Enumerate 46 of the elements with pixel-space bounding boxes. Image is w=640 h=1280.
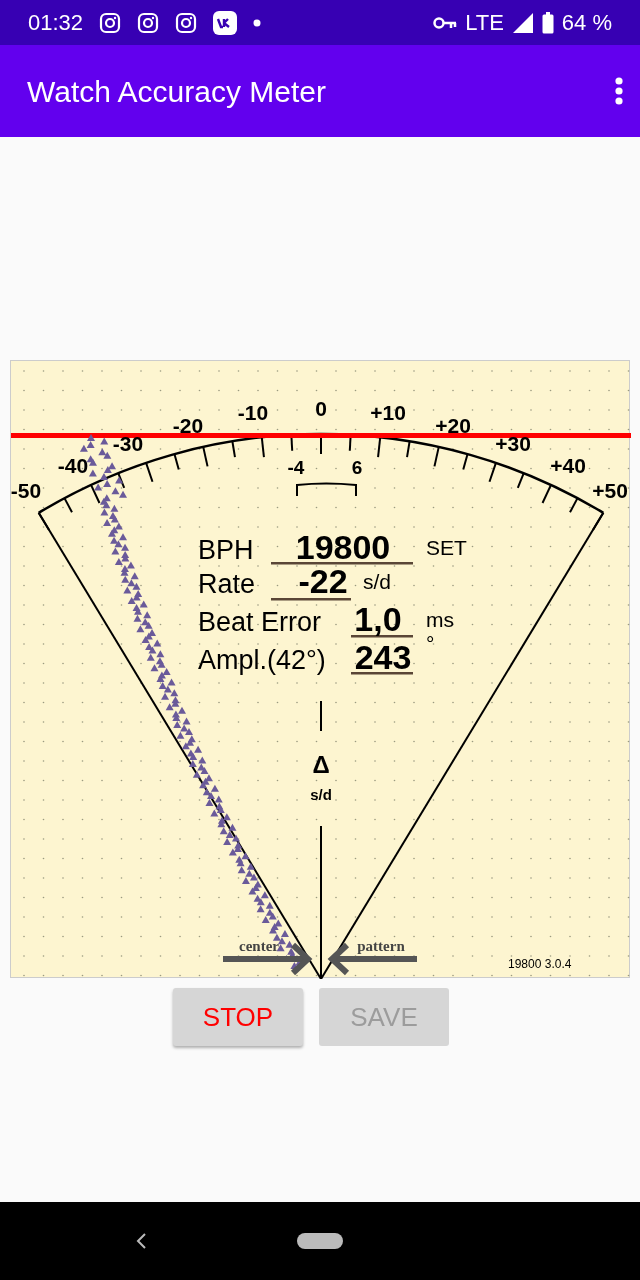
scale-label: -40	[57, 454, 89, 477]
network-type: LTE	[465, 9, 504, 37]
arrow-icon	[327, 942, 417, 976]
pattern-label: pattern	[357, 938, 405, 954]
delta-symbol: Δ	[312, 751, 330, 778]
stop-button[interactable]: STOP	[173, 988, 303, 1046]
back-icon[interactable]	[135, 1232, 147, 1250]
scale-label: 0	[315, 397, 327, 420]
app-title: Watch Accuracy Meter	[27, 73, 326, 110]
reading-value: 1,0	[354, 600, 402, 638]
scale-label: -10	[237, 401, 269, 424]
arrow-icon	[223, 942, 313, 976]
battery-icon	[541, 11, 554, 34]
more-menu-icon[interactable]	[614, 77, 624, 105]
unit-label: s/d	[363, 570, 391, 593]
scale-label: -50	[11, 479, 42, 502]
unit-label: °	[426, 632, 435, 655]
scale-label: -30	[112, 432, 144, 455]
key-icon	[433, 15, 458, 30]
scale-label: +50	[592, 479, 628, 502]
set-button[interactable]: SET	[426, 536, 467, 559]
scale-label: 6	[351, 457, 363, 478]
unit-label: ms	[426, 608, 454, 631]
version-label: 19800 3.0.4	[508, 957, 572, 971]
scale-label: +30	[495, 432, 531, 455]
camera-icon	[137, 11, 160, 34]
scale-label: +10	[370, 401, 406, 424]
reading-label: Rate	[198, 569, 256, 599]
dot-icon	[253, 18, 262, 27]
unit-label: s/d	[310, 786, 332, 803]
battery-level: 64 %	[561, 9, 612, 37]
scale-label: -20	[172, 414, 204, 437]
signal-icon	[511, 11, 534, 34]
camera-icon	[99, 11, 122, 34]
reading-label: BPH	[198, 535, 254, 565]
reading-label: Ampl.(42°)	[198, 645, 326, 675]
reading-label: Beat Error	[198, 607, 322, 637]
home-handle[interactable]	[297, 1233, 343, 1249]
scale-label: -4	[287, 457, 305, 478]
reading-value: 243	[354, 638, 412, 676]
app-icon	[213, 10, 238, 35]
center-label: center	[239, 938, 279, 954]
camera-icon	[175, 11, 198, 34]
scale-label: +20	[435, 414, 471, 437]
status-time: 01:32	[28, 9, 84, 37]
scale-label: +40	[550, 454, 586, 477]
